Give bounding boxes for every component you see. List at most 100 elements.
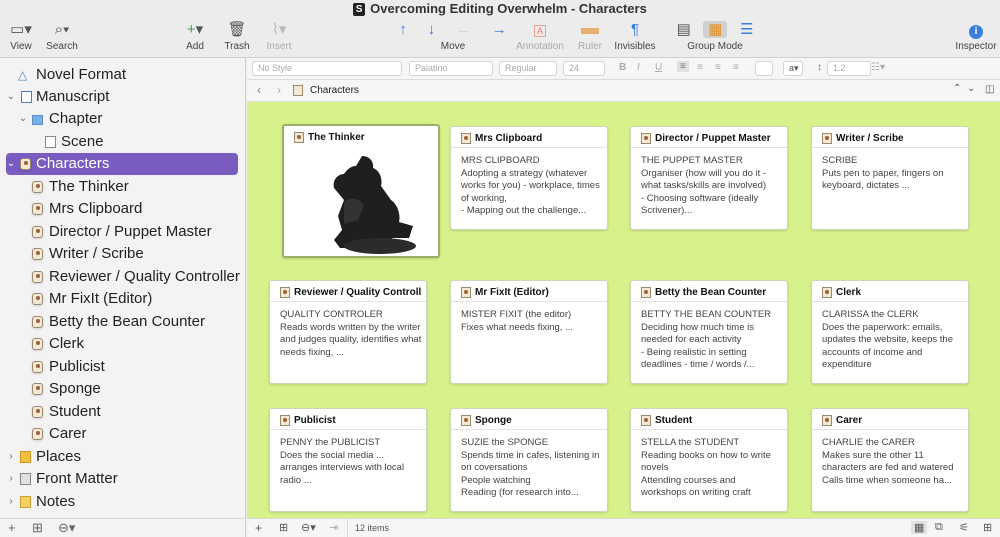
binder-item-front-matter[interactable]: › Front Matter bbox=[0, 468, 246, 490]
more-options-icon[interactable]: ⊖▾ bbox=[301, 521, 316, 534]
binder-sidebar: △ Novel Format ⌄ Manuscript ⌄ Chapter Scene… bbox=[0, 58, 246, 518]
line-spacing-icon[interactable]: ↕ bbox=[817, 62, 822, 73]
new-folder-icon[interactable]: ⊞ bbox=[32, 520, 43, 536]
card-title: Sponge bbox=[475, 415, 512, 426]
layout-icon[interactable]: ⊞ bbox=[983, 521, 992, 534]
search-icon: ⌕▾ bbox=[54, 21, 70, 38]
toolbar: S Overcoming Editing Overwhelm - Characte… bbox=[0, 0, 1000, 58]
binder-item-director[interactable]: Director / Puppet Master bbox=[0, 221, 246, 243]
card-title: Mrs Clipboard bbox=[475, 133, 543, 144]
binder-item-mr-fixit[interactable]: Mr FixIt (Editor) bbox=[0, 288, 246, 310]
back-icon[interactable]: ‹ bbox=[257, 83, 261, 97]
chevron-down-icon[interactable]: ⌄ bbox=[6, 153, 16, 175]
character-card-icon bbox=[294, 132, 304, 143]
view-button[interactable]: ▭▾ View bbox=[4, 20, 38, 52]
index-card-mr-fixit[interactable]: Mr FixIt (Editor) MISTER FIXIT (the edit… bbox=[450, 280, 608, 384]
trash-button[interactable]: 🗑 Trash bbox=[224, 20, 250, 52]
binder-item-publicist[interactable]: Publicist bbox=[0, 356, 246, 378]
underline-icon[interactable]: U bbox=[655, 62, 662, 73]
move-right-icon[interactable]: → bbox=[492, 21, 507, 38]
binder-item-mrs-clipboard[interactable]: Mrs Clipboard bbox=[0, 198, 246, 220]
justify-icon[interactable]: ≡ bbox=[733, 62, 739, 73]
character-card-icon bbox=[461, 133, 471, 144]
spacing-select[interactable]: 1.2 bbox=[827, 61, 871, 76]
binder-item-carer[interactable]: Carer bbox=[0, 423, 246, 445]
index-card-betty[interactable]: Betty the Bean Counter BETTY THE BEAN CO… bbox=[630, 280, 788, 384]
italic-icon[interactable]: I bbox=[637, 62, 640, 73]
move-left-icon[interactable]: ← bbox=[456, 21, 471, 38]
annotation-button[interactable]: A Annotation bbox=[515, 20, 565, 52]
move-up-icon[interactable]: ↑ bbox=[399, 21, 407, 38]
binder-item-manuscript[interactable]: ⌄ Manuscript bbox=[0, 86, 246, 108]
binder-item-novel-format[interactable]: △ Novel Format bbox=[0, 64, 246, 86]
size-select[interactable]: 24 bbox=[563, 61, 605, 76]
binder-item-characters[interactable]: ⌄ Characters bbox=[6, 153, 238, 175]
breadcrumb[interactable]: Characters bbox=[310, 85, 359, 96]
corkboard-icon[interactable]: ▦ bbox=[703, 21, 728, 38]
character-card-icon bbox=[32, 338, 43, 350]
document-icon[interactable]: ▤ bbox=[677, 21, 691, 38]
binder-item-notes[interactable]: › Notes bbox=[0, 491, 246, 513]
index-card-sponge[interactable]: Sponge SUZIE the SPONGE Spends time in c… bbox=[450, 408, 608, 512]
binder-item-the-thinker[interactable]: The Thinker bbox=[0, 176, 246, 198]
export-icon[interactable]: ⇥ bbox=[329, 521, 338, 534]
color-select[interactable] bbox=[755, 61, 773, 76]
binder-item-writer[interactable]: Writer / Scribe bbox=[0, 243, 246, 265]
search-button[interactable]: ⌕▾ Search bbox=[44, 20, 80, 52]
index-card-director[interactable]: Director / Puppet Master THE PUPPET MAST… bbox=[630, 126, 788, 230]
binder-item-chapter[interactable]: ⌄ Chapter bbox=[0, 108, 246, 130]
card-settings-icon[interactable]: ⚟ bbox=[959, 521, 969, 534]
index-card-student[interactable]: Student STELLA the STUDENT Reading books… bbox=[630, 408, 788, 512]
outline-icon[interactable]: ☰ bbox=[740, 21, 753, 38]
ruler-button[interactable]: Ruler bbox=[574, 20, 606, 52]
add-button[interactable]: +▾ Add bbox=[180, 20, 210, 52]
chevron-right-icon[interactable]: › bbox=[6, 468, 16, 490]
chevron-down-icon[interactable]: ⌄ bbox=[967, 83, 975, 94]
align-left-icon[interactable]: ≡ bbox=[677, 61, 689, 72]
index-card-the-thinker[interactable]: The Thinker bbox=[282, 124, 440, 258]
index-card-publicist[interactable]: Publicist PENNY the PUBLICIST Does the s… bbox=[269, 408, 427, 512]
freeform-view-icon[interactable]: ⧉ bbox=[935, 521, 943, 534]
binder-item-places[interactable]: › Places bbox=[0, 446, 246, 468]
highlight-icon[interactable]: a▾ bbox=[783, 61, 803, 76]
card-title: Mr FixIt (Editor) bbox=[475, 287, 549, 298]
more-options-icon[interactable]: ⊖▾ bbox=[58, 520, 75, 536]
card-synopsis: QUALITY CONTROLER Reads words written by… bbox=[280, 309, 422, 358]
move-down-icon[interactable]: ↓ bbox=[428, 21, 436, 38]
cards-view-icon[interactable]: ▦ bbox=[911, 521, 928, 534]
invisibles-button[interactable]: ¶ Invisibles bbox=[612, 20, 658, 52]
binder-item-scene[interactable]: Scene bbox=[0, 131, 246, 153]
chevron-up-icon[interactable]: ⌃ bbox=[953, 83, 961, 94]
index-card-clerk[interactable]: Clerk CLARISSA the CLERK Does the paperw… bbox=[811, 280, 969, 384]
group-mode-control[interactable]: ▤ ▦ ☰ Group Mode bbox=[672, 20, 758, 52]
chevron-right-icon[interactable]: › bbox=[6, 491, 16, 513]
inspector-button[interactable]: i Inspector bbox=[954, 20, 998, 52]
insert-button[interactable]: ⌇▾ Insert bbox=[262, 20, 296, 52]
split-view-icon[interactable]: ◫ bbox=[985, 84, 994, 95]
binder-item-betty[interactable]: Betty the Bean Counter bbox=[0, 311, 246, 333]
align-center-icon[interactable]: ≡ bbox=[697, 62, 703, 73]
binder-item-clerk[interactable]: Clerk bbox=[0, 333, 246, 355]
add-icon[interactable]: + bbox=[8, 520, 16, 535]
index-card-writer[interactable]: Writer / Scribe SCRIBE Puts pen to paper… bbox=[811, 126, 969, 230]
index-card-reviewer[interactable]: Reviewer / Quality Controll... QUALITY C… bbox=[269, 280, 427, 384]
binder-item-sponge[interactable]: Sponge bbox=[0, 378, 246, 400]
chevron-down-icon[interactable]: ⌄ bbox=[18, 108, 28, 130]
binder-item-reviewer[interactable]: Reviewer / Quality Controller bbox=[0, 266, 246, 288]
bold-icon[interactable]: B bbox=[619, 62, 626, 73]
weight-select[interactable]: Regular bbox=[499, 61, 557, 76]
add-card-icon[interactable]: + bbox=[255, 521, 262, 535]
align-right-icon[interactable]: ≡ bbox=[715, 62, 721, 73]
style-select[interactable]: No Style bbox=[252, 61, 402, 76]
font-select[interactable]: Palatino bbox=[409, 61, 493, 76]
characters-icon bbox=[20, 158, 31, 170]
character-card-icon bbox=[822, 415, 832, 426]
index-card-mrs-clipboard[interactable]: Mrs Clipboard MRS CLIPBOARD Adopting a s… bbox=[450, 126, 608, 230]
chevron-down-icon[interactable]: ⌄ bbox=[6, 86, 16, 108]
chevron-right-icon[interactable]: › bbox=[6, 446, 16, 468]
new-folder-icon[interactable]: ⊞ bbox=[279, 521, 288, 534]
binder-item-student[interactable]: Student bbox=[0, 401, 246, 423]
forward-icon[interactable]: › bbox=[277, 83, 281, 97]
list-icon[interactable]: ☷▾ bbox=[871, 62, 885, 73]
index-card-carer[interactable]: Carer CHARLIE the CARER Makes sure the o… bbox=[811, 408, 969, 512]
